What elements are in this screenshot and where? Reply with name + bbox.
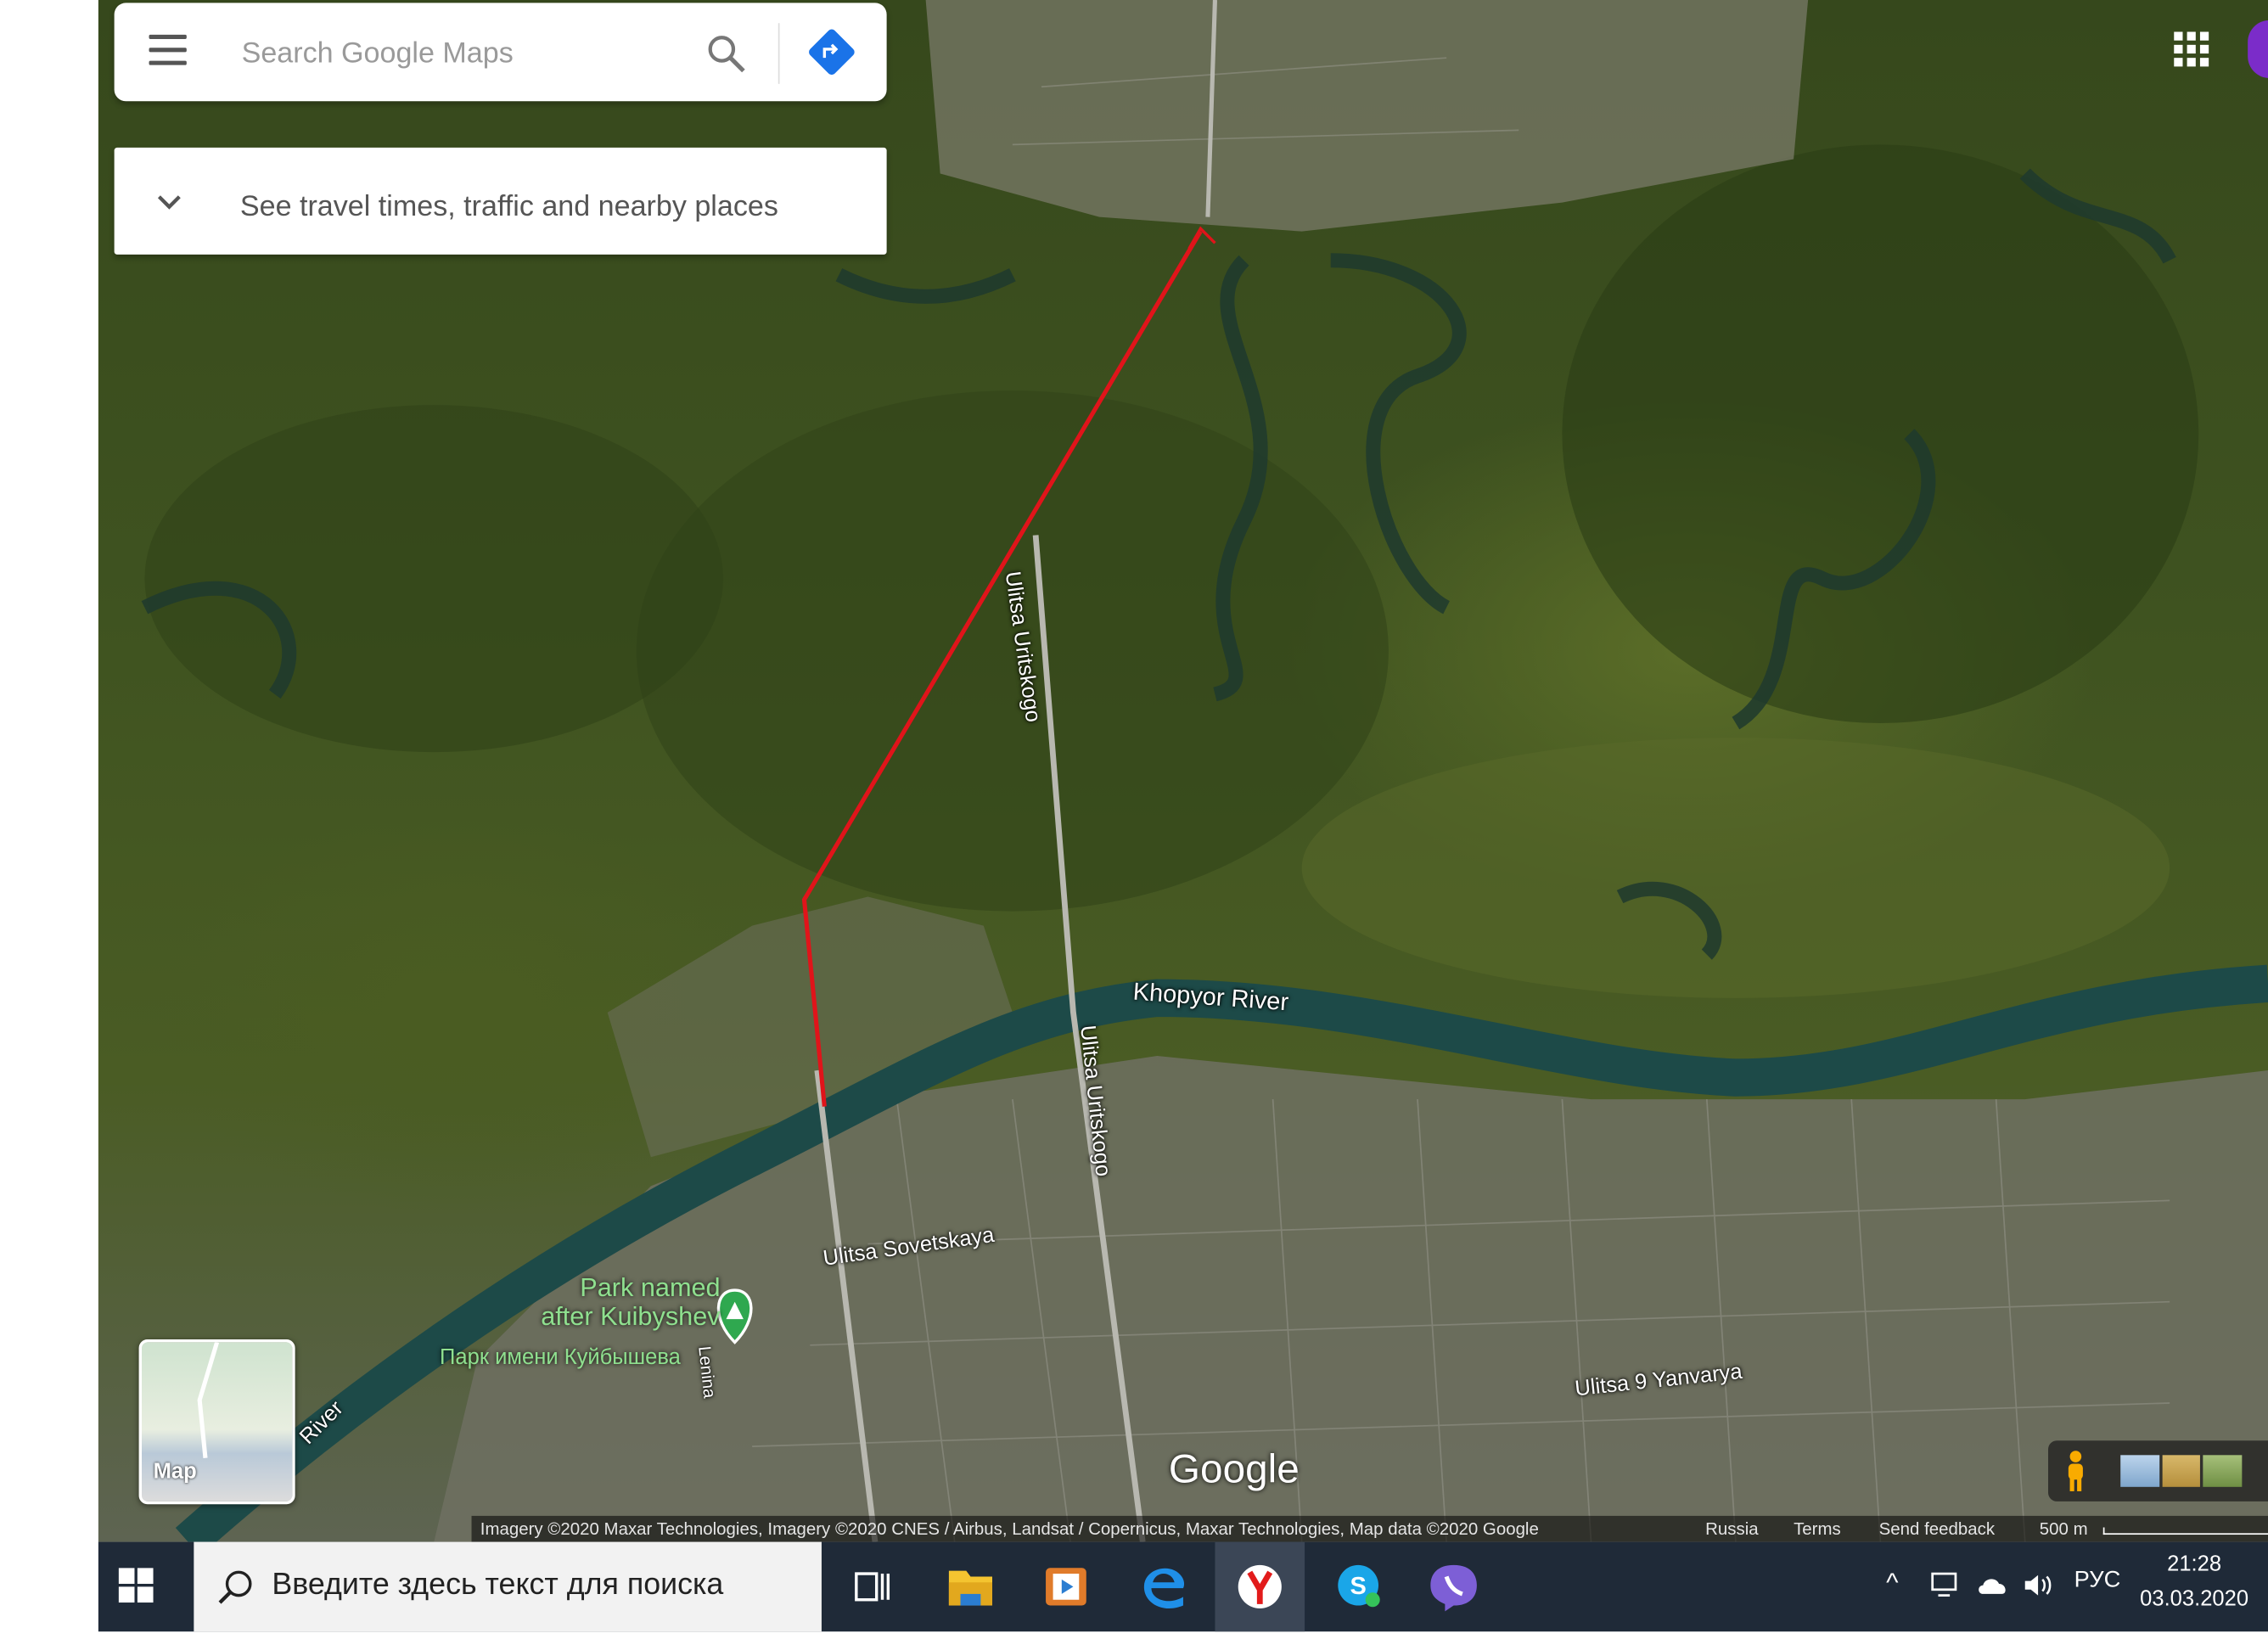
video-editor-icon[interactable] [1021, 1542, 1111, 1632]
file-explorer-icon[interactable] [926, 1542, 1016, 1632]
clock-date: 03.03.2020 [2140, 1586, 2249, 1612]
yandex-browser-icon[interactable] [1215, 1541, 1305, 1632]
svg-text:S: S [1350, 1573, 1366, 1600]
taskbar-clock[interactable]: 21:28 03.03.2020 [2129, 1547, 2259, 1617]
input-language[interactable]: РУС [2074, 1568, 2121, 1594]
attribution-bar: Imagery ©2020 Maxar Technologies, Imager… [471, 1515, 2268, 1542]
divider [778, 23, 780, 84]
send-feedback-link[interactable]: Send feedback [1879, 1518, 1995, 1539]
chevron-down-icon[interactable] [152, 188, 187, 217]
search-input[interactable] [239, 29, 693, 79]
tray-chevron-up-icon[interactable]: ^ [1886, 1568, 1898, 1598]
map-layer-label: Map [153, 1459, 197, 1485]
scale-label[interactable]: 500 m [2040, 1518, 2088, 1539]
apps-grid-icon[interactable] [2174, 31, 2209, 67]
left-margin [0, 0, 98, 1632]
taskbar-search[interactable]: Введите здесь текст для поиска [194, 1541, 822, 1632]
country-link[interactable]: Russia [1705, 1518, 1759, 1539]
search-icon[interactable] [705, 31, 748, 75]
viber-icon[interactable] [1409, 1542, 1499, 1632]
taskbar-search-icon [218, 1570, 252, 1604]
travel-times-label: See travel times, traffic and nearby pla… [239, 190, 778, 223]
onedrive-icon[interactable] [1976, 1574, 2011, 1597]
scale-bar [2102, 1527, 2268, 1535]
search-box [114, 3, 887, 102]
task-view-icon[interactable] [828, 1542, 918, 1632]
map-layer-switch[interactable]: Map [138, 1339, 295, 1505]
windows-start-icon[interactable] [118, 1568, 154, 1603]
travel-times-panel[interactable]: See travel times, traffic and nearby pla… [114, 147, 887, 255]
skype-icon[interactable]: S [1313, 1542, 1403, 1632]
park-label-ru: Парк имени Куйбышева [440, 1344, 681, 1370]
menu-icon[interactable] [149, 34, 187, 70]
volume-icon[interactable] [2022, 1571, 2057, 1600]
taskbar-search-placeholder: Введите здесь текст для поиска [272, 1568, 724, 1602]
edge-browser-icon[interactable] [1120, 1542, 1210, 1632]
directions-icon[interactable] [806, 26, 857, 78]
pegman-icon[interactable] [2065, 1450, 2086, 1493]
windows-taskbar: Введите здесь текст для поиска S ^ РУС 2… [98, 1541, 2268, 1632]
network-icon[interactable] [1929, 1571, 1961, 1600]
clock-time: 21:28 [2167, 1552, 2222, 1577]
imagery-attribution: Imagery ©2020 Maxar Technologies, Imager… [480, 1518, 1539, 1540]
imagery-thumbnails[interactable] [2120, 1455, 2243, 1487]
terms-link[interactable]: Terms [1794, 1518, 1841, 1539]
park-label[interactable]: Park named after Kuibyshev [532, 1273, 720, 1331]
google-logo: Google [1168, 1446, 1300, 1491]
